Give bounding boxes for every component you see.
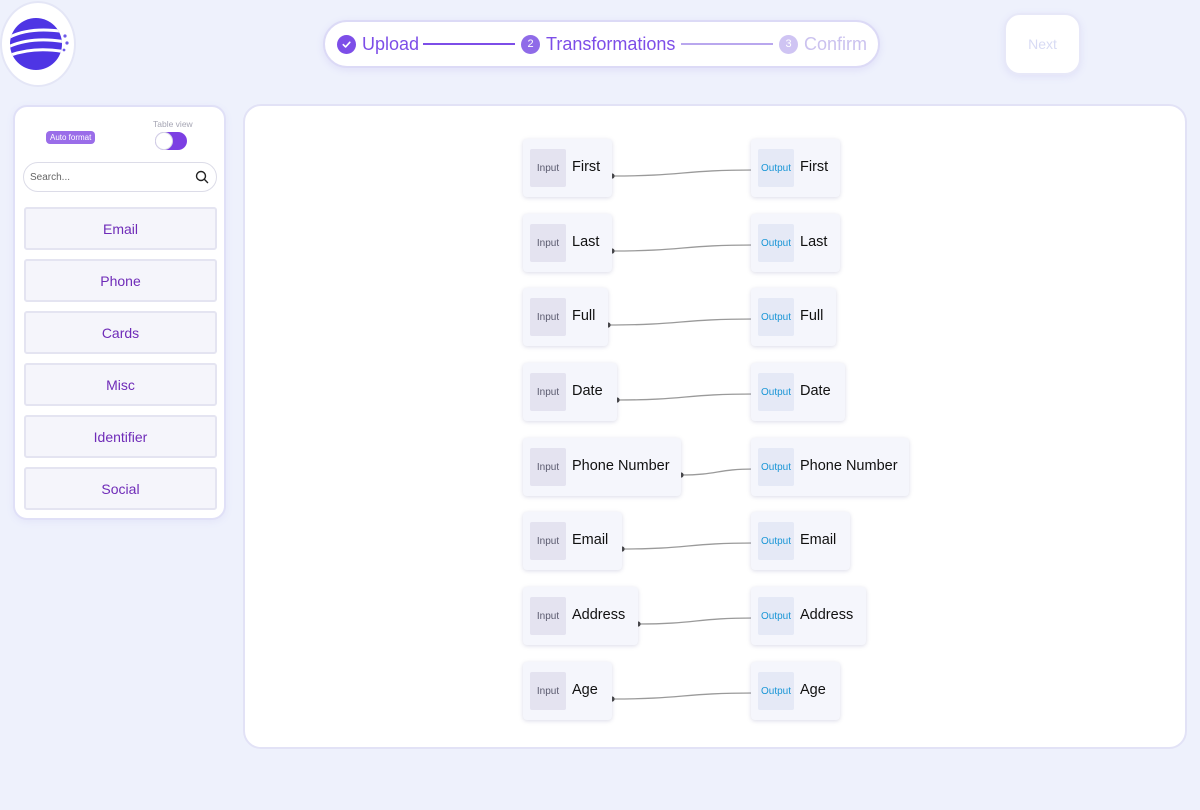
node-label: Last — [800, 234, 828, 250]
node-label: First — [572, 159, 601, 175]
connection-edge[interactable] — [611, 692, 755, 700]
step-label: Transformations — [546, 33, 676, 54]
step-label: Confirm — [804, 33, 868, 54]
connection-edge[interactable] — [611, 244, 755, 252]
output-node-full[interactable]: Output Full — [751, 288, 836, 346]
search-box — [23, 162, 217, 192]
output-tag: Output — [758, 373, 794, 411]
input-tag: Input — [530, 373, 566, 411]
node-label: Address — [572, 607, 626, 623]
category-phone[interactable]: Phone — [24, 259, 217, 302]
category-list: Email Phone Cards Misc Identifier Social — [24, 207, 217, 519]
connection-edge[interactable] — [637, 617, 755, 625]
auto-format-badge[interactable]: Auto format — [46, 131, 96, 144]
input-tag: Input — [530, 224, 566, 262]
table-view-toggle[interactable] — [155, 132, 187, 150]
connection-edge[interactable] — [680, 468, 755, 476]
output-node-age[interactable]: Output Age — [751, 662, 840, 720]
input-node-phone-number[interactable]: Input Phone Number — [523, 438, 681, 496]
step-upload[interactable]: Upload — [337, 22, 419, 66]
step-connector — [423, 43, 515, 45]
connection-layer — [605, 167, 757, 702]
mapping-canvas[interactable]: Input First Output First Input Last Outp… — [243, 104, 1187, 749]
toggle-knob — [155, 132, 173, 150]
step-connector — [681, 43, 773, 45]
node-label: Phone Number — [800, 458, 898, 474]
input-tag: Input — [530, 448, 566, 486]
search-icon[interactable] — [195, 170, 209, 189]
connection-edge[interactable] — [611, 169, 755, 177]
node-label: Email — [800, 532, 837, 548]
output-node-date[interactable]: Output Date — [751, 363, 845, 421]
output-tag: Output — [758, 448, 794, 486]
step-number: 2 — [521, 34, 540, 54]
input-node-address[interactable]: Input Address — [523, 587, 638, 645]
input-node-last[interactable]: Input Last — [523, 214, 612, 272]
input-tag: Input — [530, 597, 566, 635]
connection-edge[interactable] — [616, 393, 755, 401]
connection-edge[interactable] — [621, 542, 755, 550]
category-misc[interactable]: Misc — [24, 363, 217, 406]
node-label: Full — [800, 308, 824, 324]
node-label: Last — [572, 234, 600, 250]
node-label: Email — [572, 532, 609, 548]
step-transformations[interactable]: 2 Transformations — [521, 22, 675, 66]
output-node-last[interactable]: Output Last — [751, 214, 840, 272]
step-label: Upload — [362, 33, 420, 54]
sidebar-panel: Auto format Table view Email Phone Cards… — [13, 105, 226, 520]
node-label: First — [800, 159, 829, 175]
node-label: Age — [572, 682, 598, 698]
output-node-first[interactable]: Output First — [751, 139, 840, 197]
input-tag: Input — [530, 149, 566, 187]
node-label: Full — [572, 308, 596, 324]
output-node-email[interactable]: Output Email — [751, 512, 850, 570]
input-tag: Input — [530, 522, 566, 560]
app-logo[interactable] — [2, 3, 74, 85]
step-confirm[interactable]: 3 Confirm — [779, 22, 867, 66]
brand-logo-icon — [10, 18, 69, 70]
search-input[interactable] — [30, 170, 180, 184]
output-tag: Output — [758, 298, 794, 336]
output-tag: Output — [758, 149, 794, 187]
next-button[interactable]: Next — [1004, 13, 1081, 75]
input-node-email[interactable]: Input Email — [523, 512, 622, 570]
connection-edge[interactable] — [607, 318, 755, 326]
input-node-age[interactable]: Input Age — [523, 662, 612, 720]
input-node-full[interactable]: Input Full — [523, 288, 608, 346]
node-label: Date — [800, 383, 831, 399]
input-node-first[interactable]: Input First — [523, 139, 612, 197]
input-tag: Input — [530, 672, 566, 710]
node-label: Address — [800, 607, 854, 623]
table-view-label: Table view — [153, 119, 193, 129]
node-label: Age — [800, 682, 826, 698]
step-number: 3 — [779, 34, 798, 54]
output-tag: Output — [758, 597, 794, 635]
input-node-date[interactable]: Input Date — [523, 363, 617, 421]
category-cards[interactable]: Cards — [24, 311, 217, 354]
category-email[interactable]: Email — [24, 207, 217, 250]
category-identifier[interactable]: Identifier — [24, 415, 217, 458]
output-tag: Output — [758, 522, 794, 560]
output-tag: Output — [758, 672, 794, 710]
category-social[interactable]: Social — [24, 467, 217, 510]
output-tag: Output — [758, 224, 794, 262]
output-node-phone-number[interactable]: Output Phone Number — [751, 438, 909, 496]
check-icon — [337, 34, 356, 54]
input-tag: Input — [530, 298, 566, 336]
progress-stepper: Upload 2 Transformations 3 Confirm — [323, 20, 880, 68]
node-label: Date — [572, 383, 603, 399]
output-node-address[interactable]: Output Address — [751, 587, 866, 645]
node-label: Phone Number — [572, 458, 670, 474]
